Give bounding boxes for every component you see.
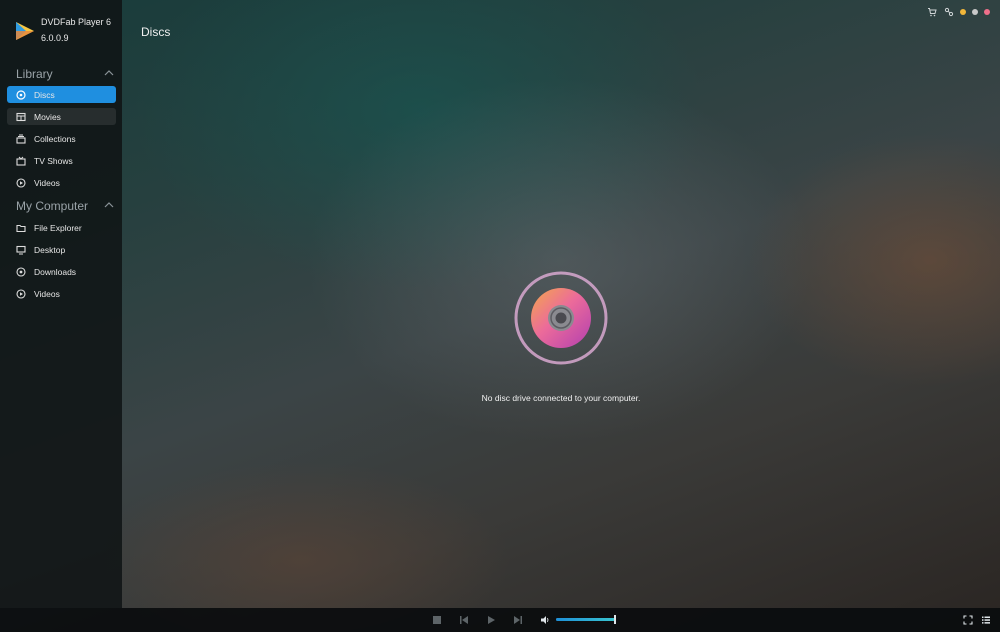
minimize-button[interactable] bbox=[960, 8, 966, 15]
sidebar-item-collections[interactable]: Collections bbox=[7, 130, 116, 147]
movie-icon bbox=[16, 112, 26, 122]
sidebar-item-computer-videos[interactable]: Videos bbox=[7, 285, 116, 302]
sidebar-item-label: Movies bbox=[34, 111, 61, 122]
stop-icon[interactable] bbox=[431, 614, 443, 626]
sidebar-item-tv-shows[interactable]: TV Shows bbox=[7, 152, 116, 169]
volume-level bbox=[556, 618, 615, 621]
section-library-title: Library bbox=[16, 67, 53, 81]
sidebar-item-label: Videos bbox=[34, 288, 60, 299]
download-icon bbox=[16, 266, 26, 277]
sidebar-item-movies[interactable]: Movies bbox=[7, 108, 116, 125]
sidebar-item-desktop[interactable]: Desktop bbox=[7, 241, 116, 258]
sidebar-item-label: Discs bbox=[34, 89, 55, 100]
section-my-computer-title: My Computer bbox=[16, 199, 89, 213]
sidebar-item-file-explorer[interactable]: File Explorer bbox=[7, 219, 116, 236]
close-button[interactable] bbox=[984, 8, 990, 15]
sidebar-item-discs[interactable]: Discs bbox=[7, 86, 116, 103]
window-controls bbox=[926, 6, 990, 17]
desktop-icon bbox=[16, 245, 26, 255]
empty-state-message: No disc drive connected to your computer… bbox=[481, 393, 641, 403]
fullscreen-icon[interactable] bbox=[962, 614, 974, 626]
tv-icon bbox=[16, 156, 26, 166]
disc-icon bbox=[514, 271, 608, 365]
app-logo-icon bbox=[16, 22, 34, 40]
app-version: 6.0.0.9 bbox=[41, 33, 69, 43]
chevron-up-icon[interactable] bbox=[104, 202, 114, 208]
sidebar-item-label: TV Shows bbox=[34, 155, 73, 166]
volume-handle[interactable] bbox=[613, 615, 616, 624]
sidebar-item-label: Videos bbox=[34, 177, 60, 188]
chevron-up-icon[interactable] bbox=[104, 70, 114, 76]
volume-slider[interactable] bbox=[556, 615, 616, 624]
sidebar-item-videos[interactable]: Videos bbox=[7, 174, 116, 191]
maximize-button[interactable] bbox=[972, 8, 978, 15]
playlist-icon[interactable] bbox=[980, 614, 992, 626]
video-icon bbox=[16, 177, 26, 188]
folder-icon bbox=[16, 223, 26, 233]
page-title: Discs bbox=[141, 25, 171, 39]
sidebar-item-label: Collections bbox=[34, 133, 76, 144]
next-icon[interactable] bbox=[512, 614, 524, 626]
empty-state-message-row: No disc drive connected to your computer… bbox=[0, 393, 1000, 403]
sidebar: DVDFab Player 6 6.0.0.9 Library Discs Mo… bbox=[0, 0, 122, 608]
sidebar-item-label: Downloads bbox=[34, 266, 77, 277]
video-icon bbox=[16, 288, 26, 299]
disc-icon bbox=[16, 89, 26, 100]
app-name: DVDFab Player 6 bbox=[41, 17, 112, 27]
player-bar bbox=[0, 608, 1000, 632]
play-icon[interactable] bbox=[485, 614, 497, 626]
settings-icon[interactable] bbox=[943, 6, 954, 17]
collections-icon bbox=[16, 134, 26, 144]
sidebar-item-label: File Explorer bbox=[34, 222, 82, 233]
previous-icon[interactable] bbox=[458, 614, 470, 626]
sidebar-item-downloads[interactable]: Downloads bbox=[7, 263, 116, 280]
volume-icon[interactable] bbox=[539, 614, 551, 626]
cart-icon[interactable] bbox=[926, 6, 937, 17]
background-image bbox=[0, 0, 1000, 632]
sidebar-item-label: Desktop bbox=[34, 244, 66, 255]
disc-illustration bbox=[513, 270, 609, 366]
